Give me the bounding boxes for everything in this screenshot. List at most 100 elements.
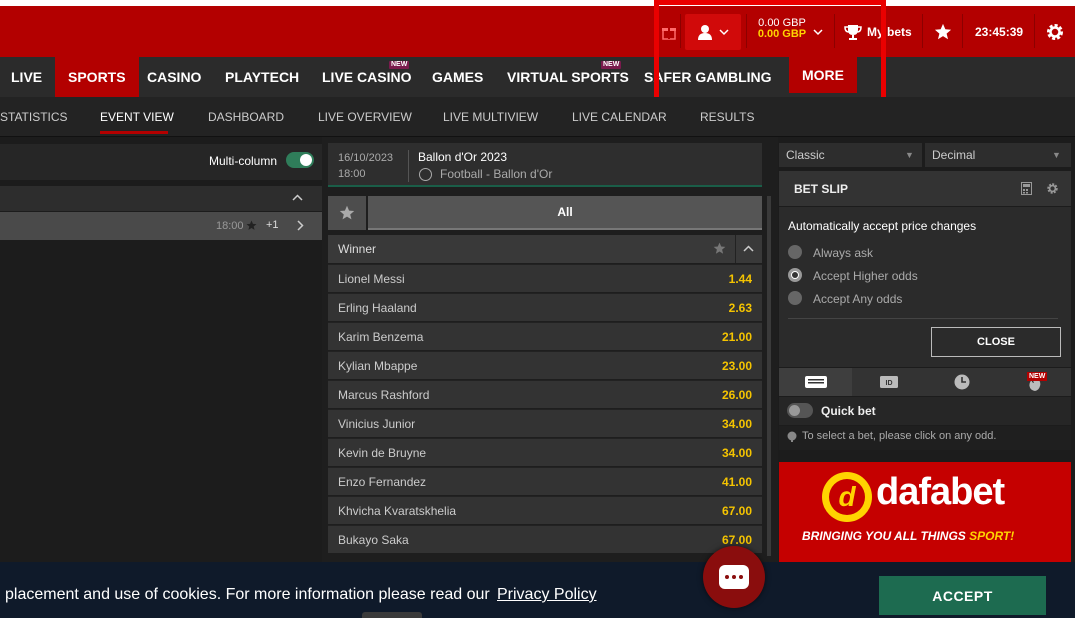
favorites-star-icon[interactable] [934,6,952,57]
radio-accept-higher[interactable] [788,268,802,282]
svg-text:ID: ID [885,380,892,387]
slogan-part1: BRINGING YOU ALL THINGS [802,529,970,543]
selection-name: Karim Benzema [338,330,424,344]
tab-new-badge: NEW [1027,372,1048,381]
selection-odds[interactable]: 34.00 [722,417,752,431]
selection-odds[interactable]: 41.00 [722,475,752,489]
left-event-more: +1 [266,219,279,231]
star-icon[interactable] [713,242,726,255]
betslip-title: BET SLIP [794,182,849,196]
chevron-right-icon [297,220,304,231]
multi-column-toggle[interactable] [286,152,314,168]
tab-betslip[interactable] [779,368,852,396]
subnav-live-multiview[interactable]: LIVE MULTIVIEW [443,97,538,137]
settings-gear-icon[interactable] [1045,6,1065,57]
top-bar [0,6,1075,57]
live-chat-button[interactable] [703,546,765,608]
subnav-dashboard[interactable]: DASHBOARD [208,97,284,137]
subnav-live-overview[interactable]: LIVE OVERVIEW [318,97,412,137]
subnav-results[interactable]: RESULTS [700,97,754,137]
selection-row[interactable]: Bukayo Saka 67.00 [328,525,762,553]
radio-accept-any[interactable] [788,291,802,305]
chevron-up-icon [292,194,303,201]
subnav-live-calendar[interactable]: LIVE CALENDAR [572,97,667,137]
multi-column-label: Multi-column [209,154,278,168]
quick-bet-label: Quick bet [821,404,876,418]
caret-down-icon: ▼ [1052,150,1061,160]
selection-odds[interactable]: 2.63 [729,301,752,315]
nav-sports[interactable]: SPORTS [55,57,139,97]
nav-live[interactable]: LIVE [11,57,42,97]
selection-row[interactable]: Karim Benzema 21.00 [328,322,762,350]
chevron-up-icon[interactable] [743,245,754,253]
market-header[interactable] [328,235,762,263]
nav-games[interactable]: GAMES [432,57,483,97]
selection-row[interactable]: Enzo Fernandez 41.00 [328,467,762,495]
cookie-text: placement and use of cookies. For more i… [5,586,490,603]
chat-icon [719,565,749,589]
accept-cookies-button[interactable]: ACCEPT [879,576,1046,615]
clock: 23:45:39 [975,24,1024,39]
left-event-time: 18:00 [216,220,244,232]
divider [788,318,1058,319]
selection-name: Bukayo Saka [338,533,409,547]
hand-pointer-icon [787,431,797,442]
radio-always-ask[interactable] [788,245,802,259]
close-button[interactable]: CLOSE [931,327,1061,357]
view-select[interactable]: Classic [779,143,922,167]
bottom-tab[interactable] [362,612,422,618]
event-title: Ballon d'Or 2023 [418,150,508,164]
odds-format-select[interactable]: Decimal [925,143,1071,167]
selection-name: Khvicha Kvaratskhelia [338,504,457,518]
selection-name: Marcus Rashford [338,388,430,402]
quick-bet-toggle[interactable] [787,403,813,418]
tab-bet-id[interactable]: ID [852,368,925,396]
dafabet-logo-text: dafabet [876,471,1005,513]
selection-row[interactable]: Erling Haaland 2.63 [328,293,762,321]
betslip-settings-icon[interactable] [1046,182,1059,195]
selection-odds[interactable]: 23.00 [722,359,752,373]
slogan-part2: SPORT! [969,529,1015,543]
privacy-policy-link[interactable]: Privacy Policy [497,586,597,604]
selection-name: Vinicius Junior [338,417,416,431]
nav-new-badge: NEW [389,61,410,69]
nav-playtech[interactable]: PLAYTECH [225,57,299,97]
center-scrollbar[interactable] [767,196,771,556]
tab-all[interactable]: All [368,196,762,230]
football-icon [419,168,432,181]
calculator-icon[interactable] [1021,182,1032,195]
caret-down-icon: ▼ [905,150,914,160]
active-tab-underline [100,131,168,134]
selection-odds[interactable]: 34.00 [722,446,752,460]
selection-odds[interactable]: 26.00 [722,388,752,402]
divider [922,14,923,48]
star-icon [339,205,355,220]
favorite-markets-button[interactable] [328,196,366,230]
selection-row[interactable]: Marcus Rashford 26.00 [328,380,762,408]
divider [1034,14,1035,48]
price-change-question: Automatically accept price changes [788,219,977,233]
selection-row[interactable]: Khvicha Kvaratskhelia 67.00 [328,496,762,524]
nav-casino[interactable]: CASINO [147,57,201,97]
tab-history[interactable] [925,368,998,396]
selection-row[interactable]: Kylian Mbappe 23.00 [328,351,762,379]
selection-row[interactable]: Vinicius Junior 34.00 [328,409,762,437]
selection-name: Enzo Fernandez [338,475,427,489]
selection-name: Erling Haaland [338,301,417,315]
event-subtitle: Football - Ballon d'Or [440,167,553,181]
star-icon[interactable] [246,220,257,231]
selection-row[interactable]: Lionel Messi 1.44 [328,264,762,292]
selection-odds[interactable]: 67.00 [722,504,752,518]
divider [962,14,963,48]
left-section-header[interactable] [0,186,322,211]
selection-row[interactable]: Kevin de Bruyne 34.00 [328,438,762,466]
subnav-statistics[interactable]: STATISTICS [0,97,68,137]
selection-odds[interactable]: 1.44 [729,272,752,286]
nav-new-badge: NEW [601,61,622,69]
selection-odds[interactable]: 67.00 [722,533,752,547]
selection-name: Lionel Messi [338,272,405,286]
option-label: Accept Any odds [813,292,903,306]
info-text: To select a bet, please click on any odd… [802,430,997,442]
highlight-box [654,0,886,102]
selection-odds[interactable]: 21.00 [722,330,752,344]
